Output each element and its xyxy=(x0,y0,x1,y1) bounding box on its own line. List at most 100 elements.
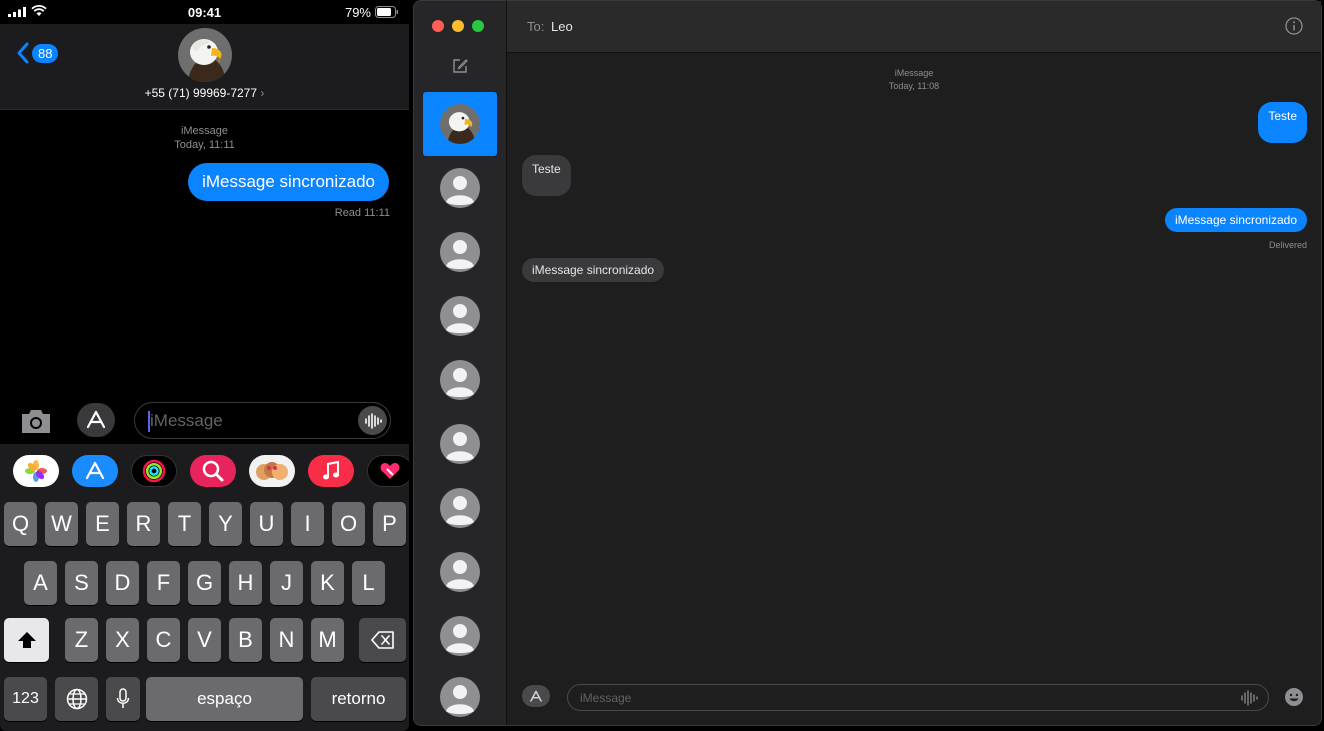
key-g[interactable]: G xyxy=(188,561,221,605)
camera-button[interactable] xyxy=(19,406,53,436)
shift-key[interactable] xyxy=(4,618,49,662)
conversation-item[interactable] xyxy=(423,284,497,348)
music-app-icon[interactable] xyxy=(308,455,354,487)
person-placeholder-icon xyxy=(440,488,480,528)
conversation-item[interactable] xyxy=(423,220,497,284)
dictation-key[interactable] xyxy=(106,677,140,721)
person-placeholder-icon xyxy=(440,552,480,592)
unread-count-badge: 88 xyxy=(32,43,59,63)
key-e[interactable]: E xyxy=(86,502,119,546)
conversation-header: To: Leo xyxy=(507,1,1321,53)
key-d[interactable]: D xyxy=(106,561,139,605)
eagle-avatar-image xyxy=(178,28,232,82)
app-store-icon xyxy=(86,410,106,429)
return-key[interactable]: retorno xyxy=(311,677,406,721)
audio-message-button[interactable] xyxy=(358,406,387,435)
person-placeholder-icon xyxy=(440,424,480,464)
delete-key[interactable] xyxy=(359,618,406,662)
message-thread: iMessage Today, 11:11 iMessage sincroniz… xyxy=(0,110,409,400)
key-j[interactable]: J xyxy=(270,561,303,605)
battery-percentage: 79% xyxy=(344,5,371,20)
minimize-window-button[interactable] xyxy=(452,20,464,32)
digital-touch-icon[interactable] xyxy=(367,455,409,487)
apps-button[interactable] xyxy=(77,403,115,437)
key-m[interactable]: M xyxy=(311,618,344,662)
key-b[interactable]: B xyxy=(229,618,262,662)
key-a[interactable]: A xyxy=(24,561,57,605)
emoji-icon[interactable] xyxy=(1284,687,1304,707)
key-n[interactable]: N xyxy=(270,618,303,662)
key-s[interactable]: S xyxy=(65,561,98,605)
info-icon[interactable] xyxy=(1285,17,1303,35)
back-button[interactable]: 88 xyxy=(16,42,59,64)
conversation-item[interactable] xyxy=(423,156,497,220)
key-r[interactable]: R xyxy=(127,502,160,546)
key-w[interactable]: W xyxy=(45,502,78,546)
recipient-name[interactable]: Leo xyxy=(551,19,573,34)
conversation-item[interactable] xyxy=(423,412,497,476)
contact-number-button[interactable]: +55 (71) 99969-7277 › xyxy=(0,86,409,100)
key-x[interactable]: X xyxy=(106,618,139,662)
outgoing-message-bubble[interactable]: iMessage sincronizado xyxy=(188,163,389,201)
key-z[interactable]: Z xyxy=(65,618,98,662)
conversation-item[interactable] xyxy=(423,348,497,412)
service-label: iMessage xyxy=(894,68,934,78)
app-store-icon[interactable] xyxy=(72,455,118,487)
eagle-avatar xyxy=(440,104,480,144)
person-placeholder-icon xyxy=(440,232,480,272)
globe-key[interactable] xyxy=(55,677,98,721)
key-p[interactable]: P xyxy=(373,502,406,546)
status-bar: 09:41 79% xyxy=(0,0,409,24)
zoom-window-button[interactable] xyxy=(472,20,484,32)
incoming-message-bubble[interactable]: iMessage sincronizado xyxy=(522,258,665,282)
compose-bar: iMessage xyxy=(0,400,409,444)
conversation-item[interactable] xyxy=(423,540,497,604)
apps-button[interactable] xyxy=(522,685,550,707)
compose-bar: iMessage xyxy=(507,680,1321,716)
key-f[interactable]: F xyxy=(147,561,180,605)
read-receipt: Read 11:11 xyxy=(334,207,390,219)
key-c[interactable]: C xyxy=(147,618,180,662)
photos-app-icon[interactable] xyxy=(13,455,59,487)
app-store-icon xyxy=(530,690,542,702)
contact-avatar[interactable] xyxy=(178,28,232,82)
key-i[interactable]: I xyxy=(291,502,324,546)
conversation-item-selected[interactable] xyxy=(423,92,497,156)
memoji-stickers-icon[interactable] xyxy=(249,455,295,487)
waveform-icon xyxy=(364,412,382,429)
delivered-receipt: Delivered xyxy=(1268,240,1307,250)
battery-icon xyxy=(375,6,399,18)
key-t[interactable]: T xyxy=(168,502,201,546)
numbers-key[interactable]: 123 xyxy=(4,677,47,721)
close-window-button[interactable] xyxy=(432,20,444,32)
key-k[interactable]: K xyxy=(311,561,344,605)
conversation-item[interactable] xyxy=(423,476,497,540)
key-o[interactable]: O xyxy=(332,502,365,546)
conversation-item[interactable] xyxy=(423,668,497,726)
activity-app-icon[interactable] xyxy=(131,455,177,487)
outgoing-message-bubble[interactable]: iMessage sincronizado xyxy=(1164,208,1307,232)
space-key[interactable]: espaço xyxy=(146,677,303,721)
outgoing-message-bubble[interactable]: Teste xyxy=(1258,102,1307,143)
conversation-item[interactable] xyxy=(423,604,497,668)
key-u[interactable]: U xyxy=(250,502,283,546)
person-placeholder-icon xyxy=(440,616,480,656)
keyboard: Q W E R T Y U I O P A S D F G H J K L Z xyxy=(0,496,409,731)
key-y[interactable]: Y xyxy=(209,502,242,546)
message-input[interactable]: iMessage xyxy=(567,684,1269,711)
message-input[interactable]: iMessage xyxy=(134,402,391,439)
microphone-icon xyxy=(116,688,130,708)
conversation-header: 88 +55 (71) 99969-7277 › xyxy=(0,24,409,110)
key-v[interactable]: V xyxy=(188,618,221,662)
person-placeholder-icon xyxy=(440,296,480,336)
compose-icon[interactable] xyxy=(451,57,469,75)
conversation-pane: To: Leo iMessage Today, 11:08 Teste Test… xyxy=(507,0,1322,726)
key-q[interactable]: Q xyxy=(4,502,37,546)
chevron-left-icon xyxy=(17,42,29,64)
waveform-icon[interactable] xyxy=(1240,690,1258,706)
contact-number: +55 (71) 99969-7277 xyxy=(144,86,258,100)
key-h[interactable]: H xyxy=(229,561,262,605)
key-l[interactable]: L xyxy=(352,561,385,605)
search-images-app-icon[interactable] xyxy=(190,455,236,487)
incoming-message-bubble[interactable]: Teste xyxy=(522,155,571,196)
